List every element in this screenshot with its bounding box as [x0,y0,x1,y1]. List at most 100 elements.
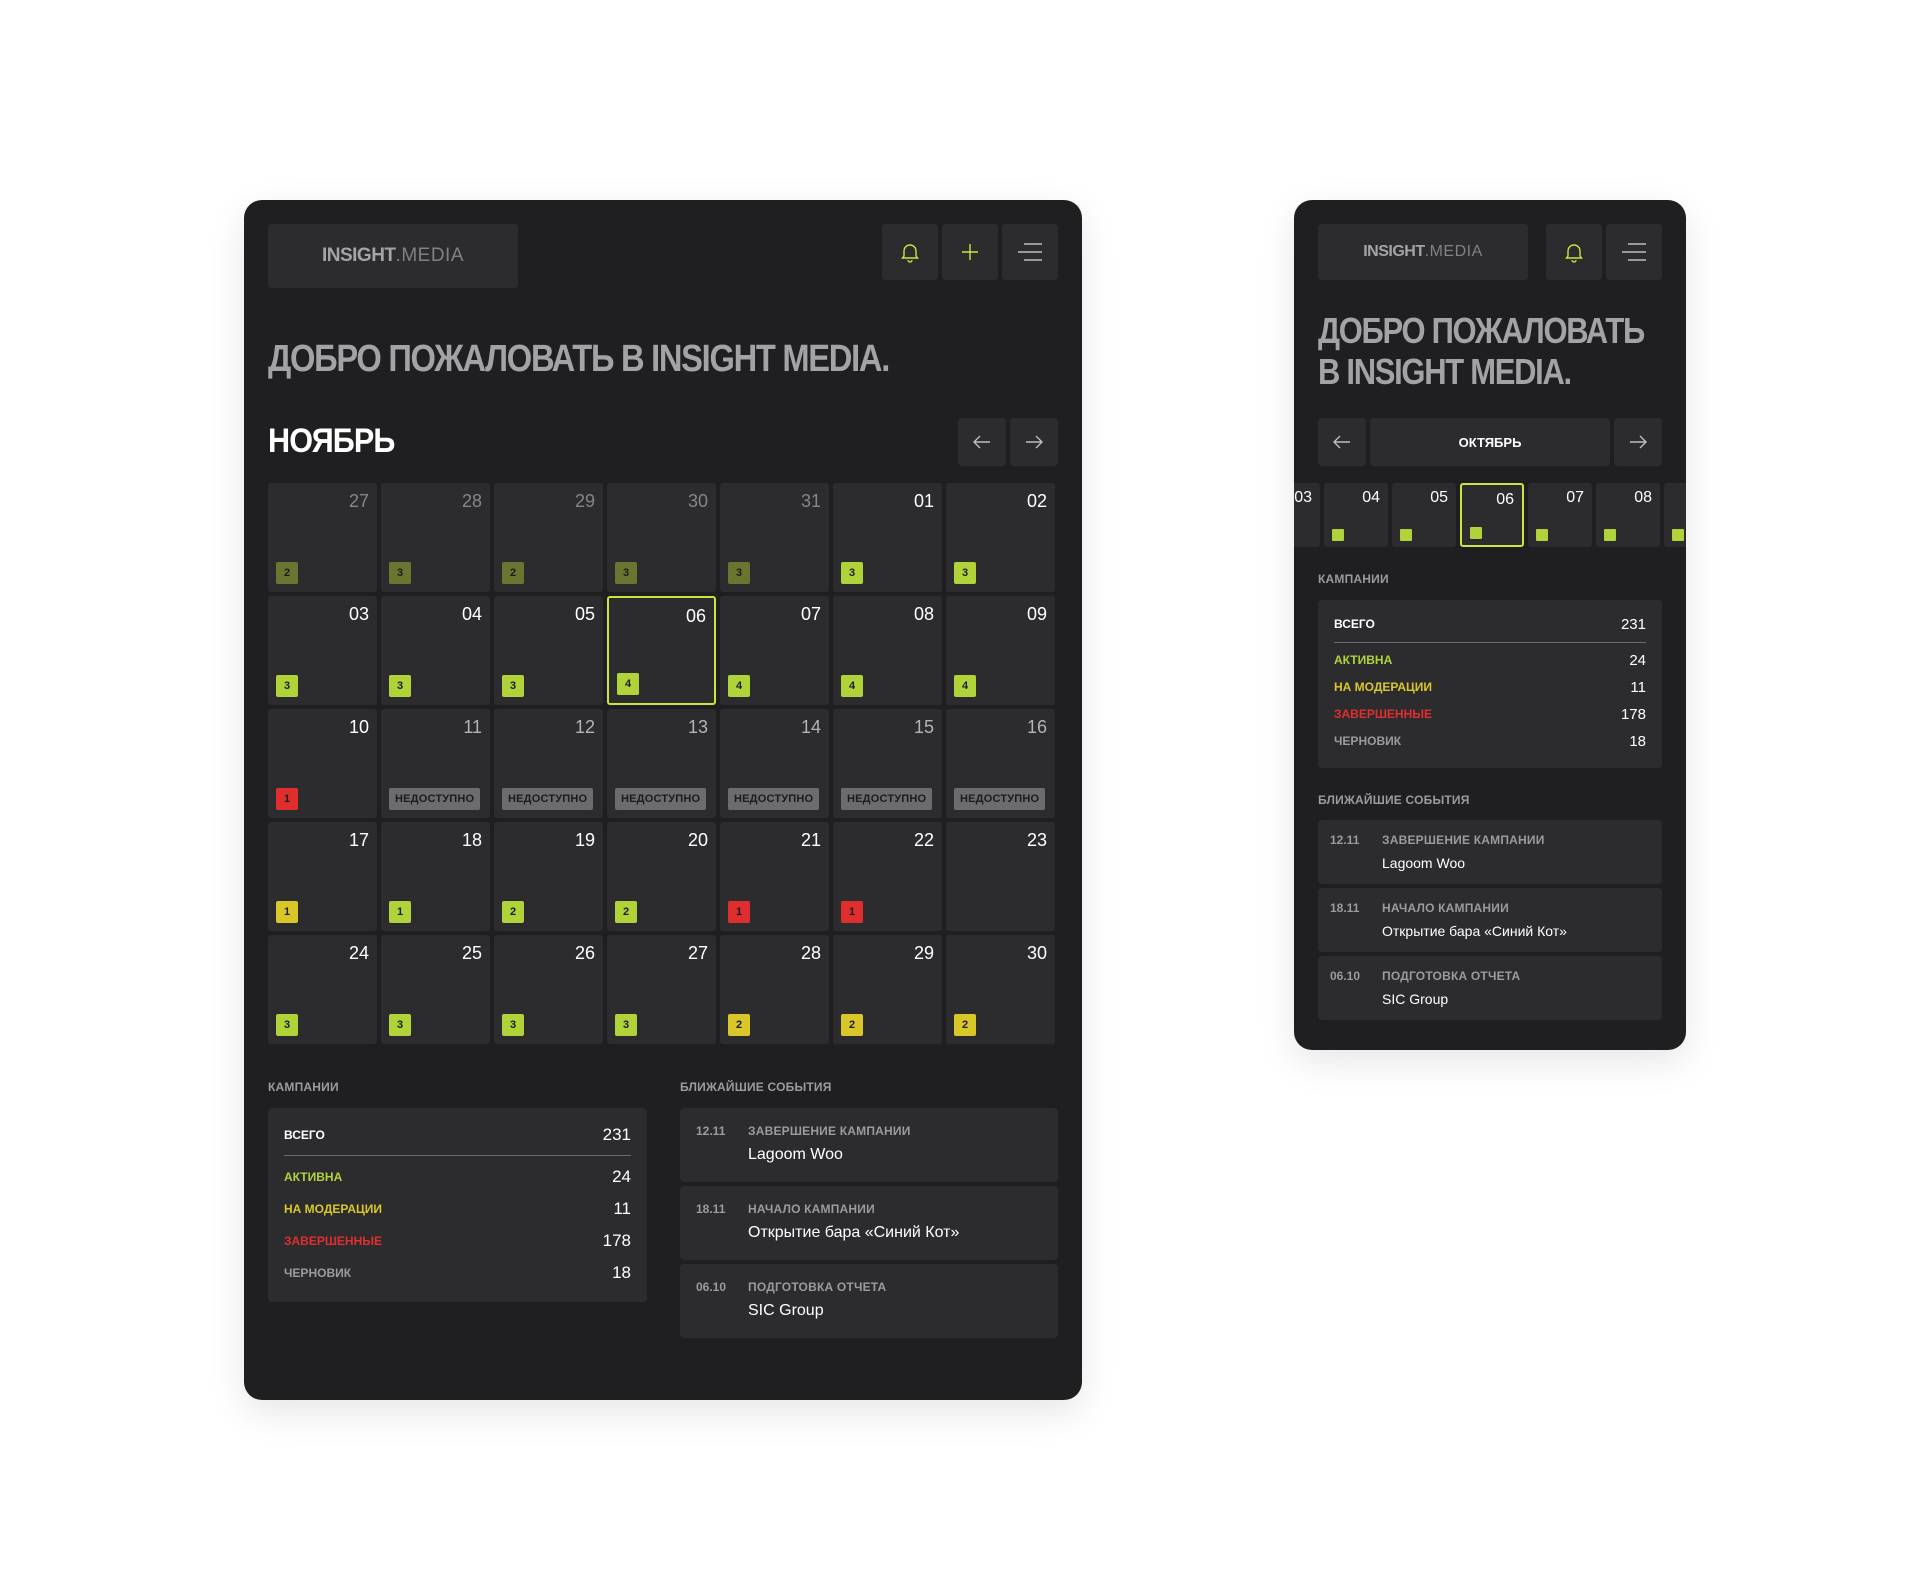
campaigns-row-label: АКТИВНА [284,1170,343,1184]
calendar-day[interactable]: 12 НЕДОСТУПНО [494,709,603,818]
next-month-button[interactable] [1010,418,1058,466]
calendar-day[interactable]: 02 3 [946,483,1055,592]
strip-day[interactable]: 06 [1460,483,1524,547]
month-selector[interactable]: ОКТЯБРЬ [1370,418,1610,466]
bell-icon [901,244,919,263]
campaign-count-badge: 3 [841,562,863,584]
event-item[interactable]: 18.11 НАЧАЛО КАМПАНИИ Открытие бара «Син… [680,1186,1058,1260]
arrow-left-icon [1333,435,1350,449]
calendar-day[interactable]: 26 3 [494,935,603,1044]
welcome-line: ДОБРО ПОЖАЛОВАТЬ [1318,310,1645,351]
menu-button[interactable] [1002,224,1058,280]
campaigns-row: ЧЕРНОВИК 18 [1334,731,1646,751]
calendar-day[interactable]: 04 3 [381,596,490,705]
calendar-day[interactable]: 31 3 [720,483,829,592]
calendar-day[interactable]: 15 НЕДОСТУПНО [833,709,942,818]
event-name: Lagoom Woo [1382,855,1466,871]
calendar-day[interactable]: 24 3 [268,935,377,1044]
campaigns-row-value: 24 [612,1167,631,1186]
calendar-day[interactable]: 30 2 [946,935,1055,1044]
day-number: 04 [461,604,482,624]
calendar-day[interactable]: 09 4 [946,596,1055,705]
day-number: 27 [687,943,708,963]
calendar-day[interactable]: 03 3 [268,596,377,705]
calendar-day[interactable]: 10 1 [268,709,377,818]
event-item[interactable]: 18.11 НАЧАЛО КАМПАНИИ Открытие бара «Син… [1318,888,1662,952]
calendar-day[interactable]: 01 3 [833,483,942,592]
campaign-count-badge: 2 [954,1014,976,1036]
event-name: Открытие бара «Синий Кот» [1382,923,1567,939]
strip-day[interactable]: 03 [1294,483,1320,547]
notifications-button[interactable] [882,224,938,280]
day-number: 25 [461,943,482,963]
calendar-day[interactable]: 16 НЕДОСТУПНО [946,709,1055,818]
campaign-indicator [1470,527,1482,539]
next-month-button[interactable] [1614,418,1662,466]
logo[interactable]: INSIGHT .MEDIA [268,224,518,288]
calendar-day[interactable]: 22 1 [833,822,942,931]
event-type: ПОДГОТОВКА ОТЧЕТА [748,1280,887,1294]
day-number: 17 [348,830,369,850]
calendar-day[interactable]: 14 НЕДОСТУПНО [720,709,829,818]
calendar-day[interactable]: 05 3 [494,596,603,705]
day-number: 18 [461,830,482,850]
day-number: 26 [574,943,595,963]
prev-month-button[interactable] [1318,418,1366,466]
logo[interactable]: INSIGHT .MEDIA [1318,224,1528,280]
strip-day[interactable]: 05 [1392,483,1456,547]
calendar-day[interactable]: 29 2 [833,935,942,1044]
event-item[interactable]: 12.11 ЗАВЕРШЕНИЕ КАМПАНИИ Lagoom Woo [680,1108,1058,1182]
calendar-day[interactable]: 07 4 [720,596,829,705]
prev-month-button[interactable] [958,418,1006,466]
day-number: 19 [574,830,595,850]
calendar-day[interactable]: 11 НЕДОСТУПНО [381,709,490,818]
calendar-day[interactable]: 28 3 [381,483,490,592]
campaign-count-badge: 1 [389,901,411,923]
calendar-day[interactable]: 08 4 [833,596,942,705]
add-button[interactable] [942,224,998,280]
day-number: 05 [1430,489,1448,506]
calendar-day[interactable]: 06 4 [607,596,716,705]
calendar-day[interactable]: 30 3 [607,483,716,592]
calendar-day[interactable]: 13 НЕДОСТУПНО [607,709,716,818]
campaign-count-badge: 3 [728,562,750,584]
day-number: 29 [574,491,595,511]
event-date: 06.10 [696,1280,727,1294]
campaign-count-badge: 3 [954,562,976,584]
calendar-day[interactable]: 25 3 [381,935,490,1044]
campaigns-row-label: ЧЕРНОВИК [1334,734,1402,748]
day-number: 12 [574,717,595,737]
menu-button[interactable] [1606,224,1662,280]
event-item[interactable]: 12.11 ЗАВЕРШЕНИЕ КАМПАНИИ Lagoom Woo [1318,820,1662,884]
campaign-count-badge: 1 [276,901,298,923]
calendar-day[interactable]: 19 2 [494,822,603,931]
day-number: 04 [1362,489,1380,506]
calendar-day[interactable]: 17 1 [268,822,377,931]
notifications-button[interactable] [1546,224,1602,280]
campaigns-row-value: 18 [612,1263,631,1282]
calendar-day[interactable]: 23 [946,822,1055,931]
campaigns-row-value: 178 [1620,705,1646,723]
calendar-day[interactable]: 27 2 [268,483,377,592]
calendar-day[interactable]: 27 3 [607,935,716,1044]
bell-icon [1565,244,1583,263]
strip-day[interactable] [1664,483,1686,547]
calendar-day[interactable]: 20 2 [607,822,716,931]
day-number: 09 [1026,604,1047,624]
event-item[interactable]: 06.10 ПОДГОТОВКА ОТЧЕТА SIC Group [1318,956,1662,1020]
calendar-day[interactable]: 29 2 [494,483,603,592]
event-item[interactable]: 06.10 ПОДГОТОВКА ОТЧЕТА SIC Group [680,1264,1058,1338]
strip-day[interactable]: 07 [1528,483,1592,547]
campaigns-row-label: НА МОДЕРАЦИИ [284,1202,383,1216]
calendar-day[interactable]: 28 2 [720,935,829,1044]
day-number: 22 [913,830,934,850]
calendar-day[interactable]: 18 1 [381,822,490,931]
strip-day[interactable]: 08 [1596,483,1660,547]
day-number: 07 [1566,489,1584,506]
strip-day[interactable]: 04 [1324,483,1388,547]
day-number: 24 [348,943,369,963]
campaigns-row: ЗАВЕРШЕННЫЕ 178 [1334,704,1646,724]
campaigns-total-row: ВСЕГО 231 [284,1124,631,1146]
day-number: 20 [687,830,708,850]
calendar-day[interactable]: 21 1 [720,822,829,931]
